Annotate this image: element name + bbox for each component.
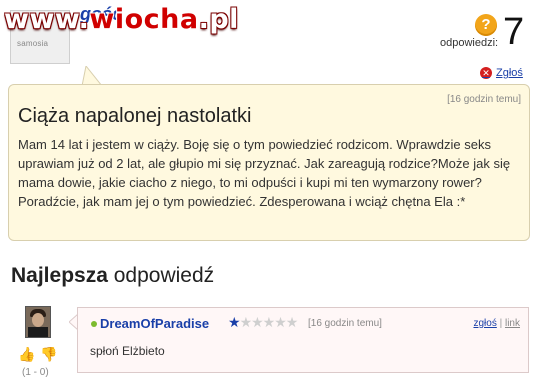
answer-actions: zgłoś | link bbox=[473, 318, 520, 329]
answer-box: DreamOfParadise ★★★★★★ [16 godzin temu] … bbox=[77, 307, 529, 373]
rating-stars: ★★★★★★ bbox=[228, 314, 299, 331]
thumbs-up-icon[interactable]: 👍 bbox=[18, 347, 35, 361]
best-heading-bold: Najlepsza bbox=[11, 264, 108, 287]
answer-time: [16 godzin temu] bbox=[308, 318, 382, 329]
close-icon: ✕ bbox=[480, 67, 492, 79]
report-answer-link[interactable]: zgłoś bbox=[473, 318, 496, 329]
best-answer-heading: Najlepsza odpowiedź bbox=[11, 264, 214, 288]
vote-count: (1 - 0) bbox=[22, 367, 49, 378]
star-icon: ★★★★★ bbox=[239, 314, 299, 330]
best-heading-rest: odpowiedź bbox=[107, 264, 215, 287]
avatar-caption: samosia bbox=[17, 39, 49, 48]
permalink-link[interactable]: link bbox=[505, 318, 520, 329]
site-watermark: www.wiocha.pl bbox=[4, 4, 239, 35]
question-time: [16 godzin temu] bbox=[447, 94, 521, 105]
answers-label: odpowiedzi: bbox=[440, 37, 499, 49]
report-question-link[interactable]: ✕ Zgłoś bbox=[480, 67, 523, 79]
question-bubble: [16 godzin temu] Ciąża napalonej nastola… bbox=[8, 84, 530, 241]
action-separator: | bbox=[496, 318, 505, 329]
watermark-prefix: www. bbox=[4, 4, 90, 35]
answerer-name[interactable]: DreamOfParadise bbox=[100, 316, 209, 331]
answer-text: spłoń Elżbieto bbox=[90, 344, 165, 358]
thumbs-down-icon[interactable]: 👎 bbox=[40, 347, 57, 361]
question-body: Mam 14 lat i jestem w ciąży. Boję się o … bbox=[18, 137, 511, 209]
question-icon: ? bbox=[475, 14, 497, 36]
online-status-icon bbox=[91, 321, 97, 327]
answerer-avatar[interactable] bbox=[25, 306, 51, 338]
answers-count: 7 bbox=[503, 11, 525, 53]
watermark-suffix: .pl bbox=[198, 4, 239, 35]
watermark-brand: wiocha bbox=[89, 4, 199, 35]
question-title: Ciąża napalonej nastolatki bbox=[18, 105, 252, 127]
star-icon: ★ bbox=[228, 314, 241, 330]
report-label: Zgłoś bbox=[496, 67, 523, 79]
